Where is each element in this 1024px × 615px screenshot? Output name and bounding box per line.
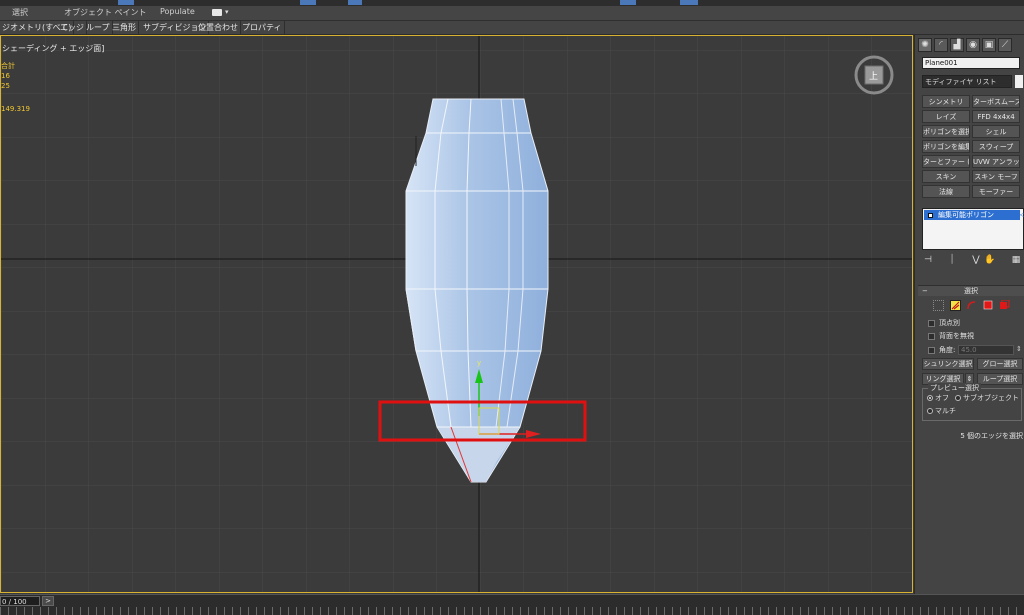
tab-object-paint[interactable]: オブジェクト ペイント — [64, 7, 147, 18]
time-slider[interactable]: 0 / 100 — [0, 596, 40, 606]
toolbar-button[interactable] — [680, 0, 698, 5]
toolbar-button[interactable] — [348, 0, 362, 5]
modifier-button[interactable]: シェル — [972, 125, 1020, 138]
spinner-icon[interactable]: ⇕ — [1016, 345, 1022, 353]
expand-icon[interactable] — [928, 213, 933, 218]
preview-selection-group: プレビュー選択 オフ サブオブジェクト マルチ — [922, 383, 1022, 421]
menu-align[interactable]: 位置合わせ — [196, 21, 241, 34]
stats-total-label: 合計 — [1, 62, 15, 70]
rollout-selection-header[interactable]: − 選択 — [918, 285, 1024, 296]
viewport-shading-label[interactable]: シェーディング + エッジ面] — [2, 43, 104, 54]
modifier-stack[interactable]: 編集可能ポリゴン ◁ — [922, 208, 1024, 250]
menu-properties[interactable]: プロパティ — [240, 21, 285, 34]
polygon-mode-icon[interactable] — [983, 300, 994, 311]
modifier-button[interactable]: ポリゴンを選択 — [922, 125, 970, 138]
vertex-mode-icon[interactable] — [933, 300, 944, 311]
preview-multi-radio[interactable]: マルチ — [927, 407, 956, 416]
loop-button[interactable]: ループ選択 — [977, 373, 1023, 385]
menu-triangle[interactable]: 三角形 — [110, 21, 139, 34]
viewport-front[interactable]: y 上 シェーディング + エッジ面] 合計 16 25 149.319 — [0, 35, 913, 593]
utilities-icon[interactable]: ⟋ — [998, 38, 1012, 52]
tab-selection[interactable]: 選択 — [12, 7, 28, 18]
viewport-canvas[interactable]: y 上 — [1, 36, 913, 593]
toolbar-button[interactable] — [620, 0, 636, 5]
preview-subobject-radio[interactable]: サブオブジェクト — [955, 394, 1019, 403]
modifier-button[interactable]: スキン モーフ — [972, 170, 1020, 183]
object-color-swatch[interactable] — [1015, 75, 1023, 88]
ribbon-options-button[interactable] — [212, 9, 222, 16]
create-icon[interactable]: ✺ — [918, 38, 932, 52]
shrink-button[interactable]: シュリンク選択 — [922, 358, 974, 370]
modifier-button[interactable]: ターとファー (WS — [922, 155, 970, 168]
selection-status: 5 個のエッジを選択 — [960, 432, 1023, 440]
stats-fps: 149.319 — [1, 105, 30, 113]
element-mode-icon[interactable] — [999, 299, 1010, 311]
modifier-button[interactable]: 法線 — [922, 185, 970, 198]
modifier-button[interactable]: UVW アンラップ — [972, 155, 1020, 168]
timeline: 0 / 100 > — [0, 594, 1024, 615]
svg-text:上: 上 — [869, 71, 878, 82]
stack-item-label: 編集可能ポリゴン — [938, 211, 994, 219]
ribbon-tabs: 選択 オブジェクト ペイント Populate ▾ — [0, 6, 1024, 21]
next-frame-button[interactable]: > — [42, 596, 54, 606]
object-name-field[interactable]: Plane001 — [922, 57, 1020, 69]
svg-text:y: y — [477, 359, 481, 367]
grow-button[interactable]: グロー選択 — [977, 358, 1023, 370]
modifier-button[interactable]: モーファー — [972, 185, 1020, 198]
remove-modifier-icon[interactable]: ✋ — [984, 254, 996, 266]
hierarchy-icon[interactable]: ▟ — [950, 38, 964, 52]
preview-off-radio[interactable]: オフ — [927, 394, 949, 403]
pin-stack-icon[interactable]: ⊣ — [922, 254, 934, 266]
make-unique-icon[interactable]: ⋁ — [970, 254, 982, 266]
menu-edge[interactable]: エッジ — [58, 21, 87, 34]
rollout-title: 選択 — [964, 287, 978, 295]
modifier-button[interactable]: スウィープ — [972, 140, 1020, 153]
motion-icon[interactable]: ◉ — [966, 38, 980, 52]
modify-icon[interactable]: ◜ — [934, 38, 948, 52]
edge-mode-icon[interactable] — [950, 300, 961, 311]
angle-input[interactable]: 45.0 — [958, 345, 1014, 355]
command-panel: ✺ ◜ ▟ ◉ ▣ ⟋ Plane001 モディファイヤ リスト シンメトリ タ… — [914, 35, 1024, 594]
configure-sets-icon[interactable]: ▦ — [1010, 254, 1022, 266]
stats-value: 16 — [1, 72, 10, 80]
modifier-button[interactable]: ポリゴンを編集 — [922, 140, 970, 153]
modifier-list-dropdown[interactable]: モディファイヤ リスト — [922, 75, 1012, 88]
display-icon[interactable]: ▣ — [982, 38, 996, 52]
toolbar-button[interactable] — [118, 0, 134, 5]
stats-value: 25 — [1, 82, 10, 90]
menu-loop[interactable]: ループ — [84, 21, 113, 34]
show-end-result-icon[interactable]: ⏐ — [946, 254, 958, 266]
modifier-button[interactable]: ターボスムーズ — [972, 95, 1020, 108]
chevron-down-icon[interactable]: ▾ — [225, 8, 229, 16]
modifier-button[interactable]: シンメトリ — [922, 95, 970, 108]
sub-toolbar: ジオメトリ(すべて) エッジ ループ 三角形 サブディビジョン 位置合わせ プロ… — [0, 21, 1024, 35]
border-mode-icon[interactable] — [966, 300, 977, 311]
modifier-button[interactable]: レイズ — [922, 110, 970, 123]
toolbar-button[interactable] — [300, 0, 316, 5]
modifier-button[interactable]: スキン — [922, 170, 970, 183]
tab-populate[interactable]: Populate — [160, 7, 195, 16]
stack-tools: ⊣ ⏐ ⋁ ✋ ▦ — [922, 254, 1024, 266]
preview-group-title: プレビュー選択 — [928, 383, 981, 393]
chevron-left-icon: ◁ — [1019, 210, 1024, 219]
stack-item-editable-poly[interactable]: 編集可能ポリゴン ◁ — [924, 210, 1024, 220]
modifier-button[interactable]: FFD 4x4x4 — [972, 110, 1020, 123]
